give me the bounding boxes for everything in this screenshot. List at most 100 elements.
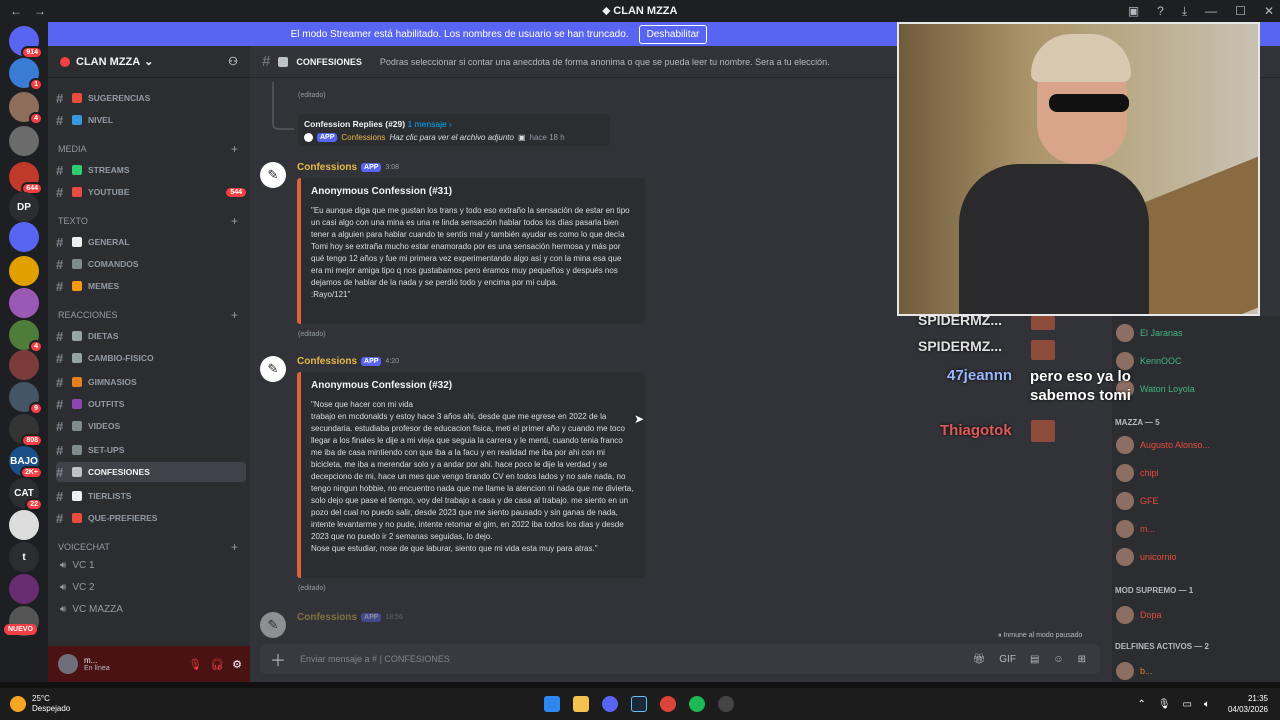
member-item[interactable]: Dopa — [1116, 606, 1162, 624]
server-icon[interactable] — [9, 256, 39, 286]
channel-item-gimnasios[interactable]: # gimnasios — [56, 372, 246, 392]
server-icon[interactable] — [9, 222, 39, 252]
category-header[interactable]: MEDIA + — [58, 142, 238, 156]
mute-mic-icon[interactable]: 🎙︎ — [188, 658, 202, 671]
spotify-icon[interactable] — [689, 696, 705, 712]
member-item[interactable]: m... — [1116, 520, 1155, 538]
voice-channel[interactable]: 🔊︎ VC 2 — [60, 582, 95, 593]
bot-avatar[interactable]: ✎ — [260, 162, 286, 188]
settings-gear-icon[interactable]: ⚙ — [232, 658, 242, 671]
channel-item-dietas[interactable]: # dietas — [56, 326, 246, 346]
guild-header[interactable]: CLAN MZZA ⌄ ⚇ — [48, 46, 250, 78]
channel-item-nivel[interactable]: # nivel — [56, 110, 246, 130]
server-icon[interactable]: 9 — [9, 382, 43, 415]
member-item[interactable]: unicornio — [1116, 548, 1177, 566]
thread-author[interactable]: Confessions — [341, 133, 385, 142]
mic-icon[interactable]: 🎙︎ — [1158, 699, 1171, 710]
add-channel-icon[interactable]: + — [231, 214, 238, 228]
add-channel-icon[interactable]: + — [231, 142, 238, 156]
channel-item-memes[interactable]: # memes — [56, 276, 246, 296]
obs-icon[interactable] — [718, 696, 734, 712]
server-icon[interactable] — [9, 126, 39, 156]
avatar — [1116, 548, 1134, 566]
category-header[interactable]: VOICECHAT + — [58, 540, 238, 554]
channel-topic[interactable]: Podras seleccionar si contar una anecdot… — [380, 57, 830, 67]
channel-item-videos[interactable]: # videos — [56, 416, 246, 436]
disable-streamer-button[interactable]: Deshabilitar — [638, 24, 708, 44]
volume-icon[interactable]: 🔈︎ — [1204, 699, 1210, 710]
channel-item-comandos[interactable]: # comandos — [56, 254, 246, 274]
member-item[interactable]: Augusto Alonso... — [1116, 436, 1210, 454]
apps-icon[interactable]: ⊞ — [1078, 654, 1086, 665]
bot-avatar[interactable]: ✎ — [260, 612, 286, 638]
message-author[interactable]: Confessions — [297, 162, 357, 173]
server-icon[interactable] — [9, 510, 39, 540]
chrome-icon[interactable] — [660, 696, 676, 712]
close-button[interactable]: ✕ — [1264, 4, 1274, 19]
channel-item-sugerencias[interactable]: # sugerencias — [56, 88, 246, 108]
channel-item-confesiones[interactable]: # confesiones — [56, 462, 246, 482]
gift-icon[interactable]: 🎁︎ — [973, 654, 986, 665]
back-arrow-icon[interactable]: ← — [10, 4, 22, 18]
inbox-icon[interactable]: ▣ — [1128, 4, 1139, 19]
member-item[interactable]: GFE — [1116, 492, 1159, 510]
maximize-button[interactable]: ☐ — [1235, 4, 1246, 19]
gif-icon[interactable]: GIF — [999, 654, 1016, 665]
message-author[interactable]: Confessions — [297, 612, 357, 623]
chevron-up-icon[interactable]: ⌃ — [1137, 699, 1145, 710]
weather-widget[interactable]: 25°C Despejado — [10, 694, 70, 714]
add-channel-icon[interactable]: + — [231, 540, 238, 554]
file-explorer-icon[interactable] — [573, 696, 589, 712]
message-input[interactable]: ＋ Enviar mensaje a # | CONFESIONES 🎁︎ GI… — [260, 644, 1100, 674]
minimize-button[interactable]: — — [1205, 4, 1217, 19]
message-author[interactable]: Confessions — [297, 356, 357, 367]
channel-item-tierlists[interactable]: # tierlists — [56, 486, 246, 506]
server-icon[interactable]: CAT 22 — [9, 478, 43, 511]
channel-item-set-ups[interactable]: # set-ups — [56, 440, 246, 460]
channel-emoji-icon — [72, 399, 82, 409]
server-icon[interactable]: DP — [9, 192, 39, 222]
member-item[interactable]: b... — [1116, 662, 1153, 680]
deafen-icon[interactable]: 🎧︎ — [210, 658, 224, 671]
server-icon[interactable]: 1 — [9, 58, 43, 91]
discord-icon[interactable] — [602, 696, 618, 712]
channel-item-youtube[interactable]: # youtube 544 — [56, 182, 246, 202]
server-icon[interactable]: 644 — [9, 162, 43, 195]
thread-preview[interactable]: Confession Replies (#29) 1 mensaje › APP… — [298, 114, 610, 146]
bot-avatar[interactable]: ✎ — [260, 356, 286, 382]
network-icon[interactable]: ▭ — [1183, 699, 1192, 710]
sticker-icon[interactable]: ▤ — [1030, 654, 1039, 665]
category-header[interactable]: TEXTO + — [58, 214, 238, 228]
help-icon[interactable]: ? — [1157, 4, 1164, 19]
add-member-icon[interactable]: ⚇ — [228, 55, 238, 68]
server-icon[interactable]: 808 — [9, 414, 43, 447]
voice-channel[interactable]: 🔊︎ VC 1 — [60, 560, 95, 571]
forward-arrow-icon[interactable]: → — [34, 4, 46, 18]
voice-channel[interactable]: 🔊︎ VC MAZZA — [60, 604, 123, 615]
thread-count[interactable]: 1 mensaje › — [407, 119, 451, 129]
server-icon[interactable] — [9, 288, 39, 318]
channel-item-streams[interactable]: # streams — [56, 160, 246, 180]
server-icon[interactable]: BAJO 2K+ — [9, 446, 43, 479]
category-header[interactable]: REACCIONES + — [58, 308, 238, 322]
channel-item-que-prefieres[interactable]: # que-prefieres — [56, 508, 246, 528]
add-channel-icon[interactable]: + — [231, 308, 238, 322]
windows-start-icon[interactable] — [544, 696, 560, 712]
server-icon[interactable] — [9, 574, 39, 604]
member-item[interactable]: El Jaranas — [1116, 324, 1183, 342]
server-icon[interactable]: 4 — [9, 92, 43, 125]
avatar[interactable] — [58, 654, 78, 674]
channel-item-general[interactable]: # general — [56, 232, 246, 252]
add-attachment-icon[interactable]: ＋ — [270, 647, 286, 671]
steam-icon[interactable] — [631, 696, 647, 712]
emoji-icon[interactable]: ☺ — [1053, 654, 1063, 665]
server-icon[interactable]: t — [9, 542, 39, 572]
server-icon[interactable]: 914 — [9, 26, 43, 59]
clock[interactable]: 21:35 04/03/2026 — [1228, 693, 1268, 715]
download-icon[interactable]: ⤓ — [1182, 4, 1187, 19]
server-icon[interactable]: 4 — [9, 320, 43, 353]
channel-item-outfits[interactable]: # outfits — [56, 394, 246, 414]
channel-item-cambio-fisico[interactable]: # cambio-fisico — [56, 348, 246, 368]
member-item[interactable]: chipi — [1116, 464, 1159, 482]
server-icon[interactable] — [9, 350, 39, 380]
